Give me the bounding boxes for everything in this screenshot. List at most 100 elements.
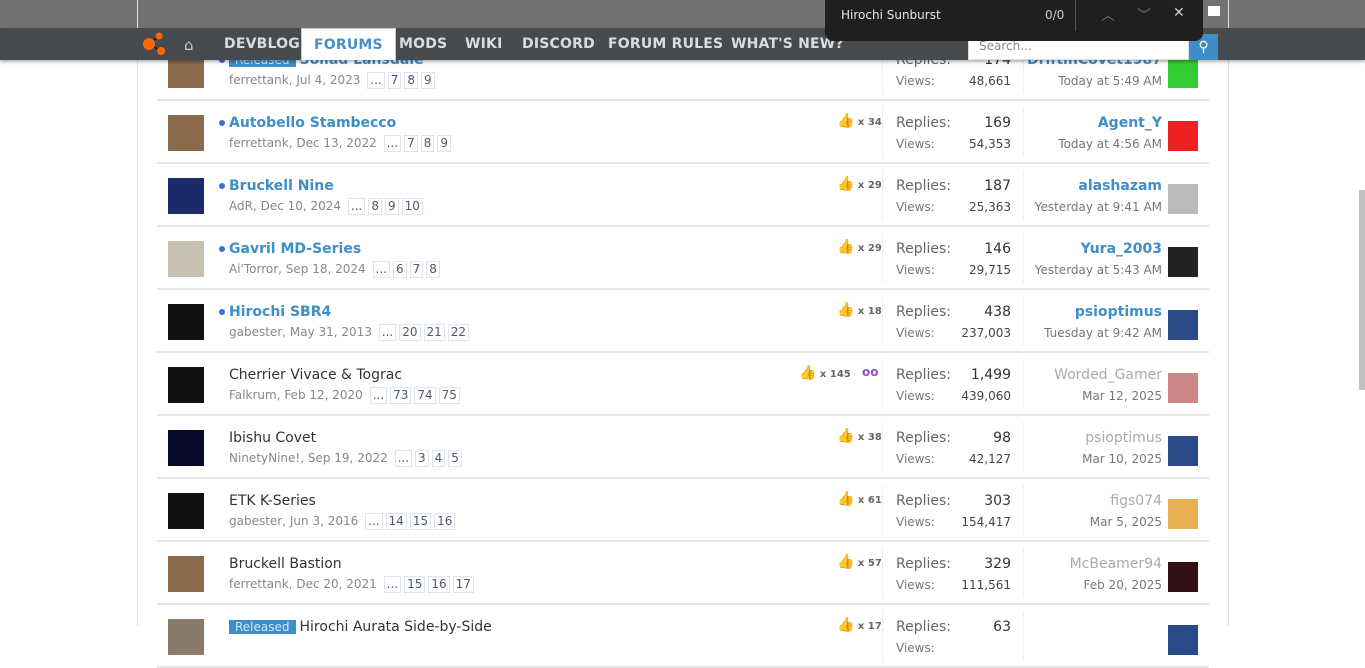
thread-date[interactable]: Sep 19, 2022 [308,451,388,465]
last-poster-link[interactable]: Agent_Y [1098,115,1162,131]
last-poster-avatar[interactable] [1168,625,1198,655]
page-jump-ellipsis[interactable]: ... [383,576,402,593]
page-link[interactable]: 6 [392,261,407,278]
page-jump-ellipsis[interactable]: ... [369,387,388,404]
last-poster-avatar[interactable] [1168,310,1198,340]
last-post-time[interactable]: Yesterday at 9:41 AM [1035,200,1162,214]
thread-starter-avatar[interactable] [168,619,204,655]
thread-date[interactable]: Dec 20, 2021 [296,577,376,591]
page-link[interactable]: 15 [409,513,432,530]
thread-starter-avatar[interactable] [168,493,204,529]
thread-title-link[interactable]: Ibishu Covet [229,430,316,446]
thread-starter-avatar[interactable] [168,178,204,214]
last-poster-avatar[interactable] [1168,373,1198,403]
nav-forums[interactable]: FORUMS [301,28,396,60]
thread-title[interactable]: Hirochi SBR4 [229,304,331,320]
page-link[interactable]: 74 [414,387,436,404]
page-jump-ellipsis[interactable]: ... [372,261,390,278]
thread-title[interactable]: Hirochi Aurata Side-by-Side [300,619,492,635]
thread-date[interactable]: Sep 18, 2024 [286,262,366,276]
thread-title[interactable]: Ibishu Covet [229,430,316,446]
page-link[interactable]: 7 [404,135,418,152]
page-link[interactable]: 9 [437,135,452,152]
nav-discord[interactable]: DISCORD [522,28,595,60]
close-icon[interactable]: ✕ [1173,5,1185,21]
nav-forum-rules[interactable]: FORUM RULES [608,28,723,60]
last-poster-link[interactable]: psioptimus [1075,304,1162,320]
last-poster-avatar[interactable] [1168,499,1198,529]
thread-author[interactable]: ferrettank [229,577,289,591]
thread-title[interactable]: ETK K-Series [229,493,316,509]
thread-starter-avatar[interactable] [168,430,204,466]
thread-title[interactable]: Bruckell Bastion [229,556,342,572]
page-link[interactable]: 10 [401,198,423,215]
last-post-time[interactable]: Today at 5:49 AM [1058,74,1162,88]
thread-author[interactable]: AdR [229,199,253,213]
last-post-time[interactable]: Today at 4:56 AM [1058,137,1162,151]
page-link[interactable]: 16 [428,576,450,593]
page-link[interactable]: 4 [431,450,446,467]
page-link[interactable]: 73 [390,387,412,404]
thread-author[interactable]: gabester [229,325,282,339]
thread-starter-avatar[interactable] [168,241,204,277]
page-jump-ellipsis[interactable]: ... [367,72,385,89]
beamng-logo-icon[interactable] [142,32,168,56]
thread-title-link[interactable]: Released Hirochi Aurata Side-by-Side [229,619,492,635]
last-post-time[interactable]: Feb 20, 2025 [1084,578,1163,592]
page-link[interactable]: 17 [452,576,474,593]
page-link[interactable]: 8 [368,198,382,215]
thread-starter-avatar[interactable] [168,115,204,151]
thread-date[interactable]: Dec 10, 2024 [261,199,341,213]
page-link[interactable]: 3 [415,450,429,467]
thread-title-link[interactable]: Cherrier Vivace & Tograc [229,367,402,383]
page-link[interactable]: 22 [447,324,470,341]
find-query-input[interactable]: Hirochi Sunburst [841,8,941,22]
last-poster-link[interactable]: Yura_2003 [1081,241,1162,257]
page-link[interactable]: 8 [420,135,435,152]
thread-title-link[interactable]: Bruckell Bastion [229,556,342,572]
last-poster-link[interactable]: psioptimus [1085,430,1162,446]
last-poster-avatar[interactable] [1168,436,1198,466]
page-link[interactable]: 14 [385,513,407,530]
last-poster-avatar[interactable] [1168,247,1198,277]
nav-devblog[interactable]: DEVBLOG [224,28,300,60]
thread-date[interactable]: Jun 3, 2016 [290,514,358,528]
page-jump-ellipsis[interactable]: ... [365,513,383,530]
thread-title-link[interactable]: Autobello Stambecco [229,115,396,131]
thread-date[interactable]: Dec 13, 2022 [296,136,376,150]
thread-author[interactable]: Falkrum [229,388,277,402]
thread-author[interactable]: Ai'Torror [229,262,278,276]
thread-title-link[interactable]: Gavril MD-Series [229,241,361,257]
chevron-up-icon[interactable]: ︿ [1101,5,1115,25]
page-jump-ellipsis[interactable]: ... [347,198,366,215]
nav-wiki[interactable]: WIKI [465,28,503,60]
page-link[interactable]: 20 [399,324,421,341]
thread-title-link[interactable]: Bruckell Nine [229,178,334,194]
last-post-time[interactable]: Mar 5, 2025 [1090,515,1162,529]
last-poster-avatar[interactable] [1168,58,1198,88]
thread-title[interactable]: Cherrier Vivace & Tograc [229,367,402,383]
thread-date[interactable]: Jul 4, 2023 [296,73,360,87]
last-post-time[interactable]: Yesterday at 5:43 AM [1035,263,1162,277]
chevron-down-icon[interactable]: ﹀ [1137,5,1151,25]
scrollbar-thumb[interactable] [1359,190,1365,390]
thread-starter-avatar[interactable] [168,556,204,592]
page-jump-ellipsis[interactable]: ... [383,135,402,152]
last-poster-link[interactable]: figs074 [1110,493,1162,509]
page-link[interactable]: 75 [438,387,460,404]
last-post-time[interactable]: Mar 12, 2025 [1082,389,1162,403]
thread-author[interactable]: ferrettank [229,136,289,150]
page-link[interactable]: 16 [434,513,456,530]
last-post-time[interactable]: Tuesday at 9:42 AM [1044,326,1162,340]
last-poster-link[interactable]: McBeamer94 [1070,556,1162,572]
nav-mods[interactable]: MODS [399,28,447,60]
thread-title[interactable]: Autobello Stambecco [229,115,396,131]
last-post-time[interactable]: Mar 10, 2025 [1082,452,1162,466]
last-poster-avatar[interactable] [1168,184,1198,214]
last-poster-avatar[interactable] [1168,562,1198,592]
page-jump-ellipsis[interactable]: ... [378,324,397,341]
page-link[interactable]: 8 [426,261,440,278]
thread-author[interactable]: NinetyNine! [229,451,300,465]
thread-title[interactable]: Gavril MD-Series [229,241,361,257]
thread-author[interactable]: ferrettank [229,73,289,87]
